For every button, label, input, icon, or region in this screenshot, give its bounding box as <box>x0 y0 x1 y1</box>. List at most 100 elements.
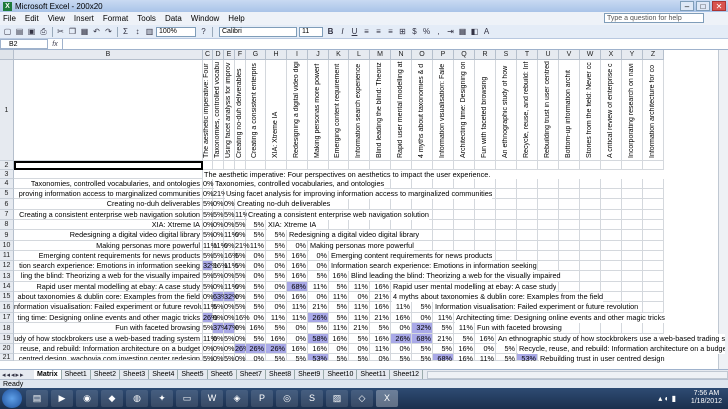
percent-cell[interactable]: 11% <box>287 313 308 323</box>
percent-cell[interactable]: 0% <box>246 261 266 271</box>
font-select[interactable]: Calibri <box>219 26 297 37</box>
percent-cell[interactable]: 63% <box>213 292 228 302</box>
row-label-cell[interactable]: Rapid user mental modelling at ebay: A c… <box>14 282 203 292</box>
cell[interactable] <box>349 220 370 230</box>
percent-cell[interactable]: 5% <box>266 323 287 334</box>
percent-cell[interactable]: 0% <box>213 220 224 230</box>
font-color-icon[interactable]: A <box>481 27 492 37</box>
column-header[interactable]: O <box>412 50 433 60</box>
cell[interactable] <box>475 220 496 230</box>
cell[interactable] <box>412 199 433 210</box>
cell[interactable] <box>517 179 538 189</box>
column-title-cell[interactable]: Information visualisation: Faile <box>433 60 454 161</box>
cell[interactable] <box>412 241 433 251</box>
cell[interactable] <box>412 179 433 189</box>
cell[interactable] <box>266 161 287 170</box>
cell[interactable] <box>454 220 475 230</box>
cell[interactable] <box>559 241 580 251</box>
column-header[interactable]: I <box>287 50 308 60</box>
cell[interactable] <box>496 199 517 210</box>
horizontal-scrollbar[interactable] <box>427 370 728 379</box>
paste-icon[interactable]: ▦ <box>79 27 90 37</box>
percent-cell[interactable]: 16% <box>329 271 349 282</box>
column-title-cell[interactable]: Creating no-duh deliverables <box>235 60 246 161</box>
percent-cell[interactable]: 21% <box>349 323 370 334</box>
cell[interactable] <box>559 161 580 170</box>
cell[interactable] <box>643 241 664 251</box>
cell[interactable] <box>14 170 203 179</box>
misc-icon[interactable]: ◇ <box>351 390 373 407</box>
row-label-cell[interactable]: nformation visualisation: Failed experim… <box>14 302 203 313</box>
percent-cell[interactable]: 21% <box>370 292 391 302</box>
percent-cell[interactable]: 11% <box>203 334 217 344</box>
row-label-cell[interactable]: Fun with faceted browsing <box>14 323 203 334</box>
percent-cell[interactable]: 11% <box>287 302 308 313</box>
tab-matrix[interactable]: Matrix <box>34 369 62 380</box>
percent-cell[interactable]: 0% <box>391 323 412 334</box>
percent-cell[interactable]: 0% <box>235 354 246 363</box>
cell[interactable] <box>454 161 475 170</box>
percent-cell[interactable]: 16% <box>287 261 308 271</box>
percent-cell[interactable]: 5% <box>246 292 266 302</box>
percent-cell[interactable]: 5% <box>235 220 246 230</box>
column-header[interactable]: Z <box>643 50 664 60</box>
percent-cell[interactable]: 0% <box>203 344 214 354</box>
row-header[interactable]: 1 <box>0 60 14 161</box>
cell[interactable] <box>246 161 266 170</box>
cell[interactable] <box>622 271 643 282</box>
cell[interactable] <box>622 210 643 220</box>
column-header[interactable]: R <box>475 50 496 60</box>
copy-icon[interactable]: ❐ <box>67 27 78 37</box>
percent-cell[interactable]: 5% <box>329 313 349 323</box>
percent-cell[interactable]: 5% <box>329 302 349 313</box>
menu-view[interactable]: View <box>48 14 65 23</box>
folder-icon[interactable]: ▭ <box>176 390 198 407</box>
percent-cell[interactable]: 16% <box>454 354 475 363</box>
cell[interactable] <box>559 271 580 282</box>
percent-cell[interactable]: 68% <box>287 282 308 292</box>
diagonal-label-cell[interactable]: XIA: Xtreme IA <box>266 220 317 230</box>
percent-cell[interactable]: 5% <box>287 354 308 363</box>
percent-cell[interactable]: 5% <box>266 230 287 241</box>
diagonal-label-cell[interactable]: Rebuilding trust in user centred design <box>538 354 665 364</box>
fx-icon[interactable]: fx <box>48 41 62 48</box>
cell[interactable] <box>622 189 643 199</box>
row-label-cell[interactable]: XIA: Xtreme IA <box>14 220 203 230</box>
percent-cell[interactable]: 0% <box>224 220 235 230</box>
cut-icon[interactable]: ✂ <box>55 27 66 37</box>
row-header[interactable]: 5 <box>0 189 14 199</box>
cell[interactable] <box>643 292 664 302</box>
column-title-cell[interactable]: 4 myths about taxonomies & d <box>412 60 433 161</box>
percent-cell[interactable]: 32% <box>412 323 433 334</box>
tray-icons[interactable]: ▴ ◐ ▮ <box>658 394 676 403</box>
percent-cell[interactable]: 16% <box>235 313 250 323</box>
percent-cell[interactable]: 5% <box>266 251 287 261</box>
percent-cell[interactable]: 5% <box>235 271 246 282</box>
cell[interactable] <box>580 251 601 261</box>
chrome-icon[interactable]: ◉ <box>76 390 98 407</box>
percent-cell[interactable]: 11% <box>475 354 496 363</box>
cell[interactable] <box>517 161 538 170</box>
percent-cell[interactable]: 0% <box>246 313 266 323</box>
cell[interactable] <box>580 220 601 230</box>
cell[interactable] <box>643 251 664 261</box>
percent-cell[interactable]: 5% <box>349 354 370 363</box>
percent-cell[interactable]: 16% <box>246 323 266 334</box>
cell[interactable] <box>580 241 601 251</box>
percent-cell[interactable]: 0% <box>308 251 329 261</box>
row-header[interactable]: 9 <box>0 230 14 241</box>
percent-cell[interactable]: 0% <box>213 334 224 344</box>
cell[interactable] <box>475 161 496 170</box>
percent-cell[interactable]: 0% <box>391 344 412 354</box>
cell[interactable] <box>454 241 475 251</box>
cell[interactable] <box>601 210 622 220</box>
column-title-cell[interactable]: Using facet analysis for improv <box>224 60 235 161</box>
percent-cell[interactable]: 0% <box>203 292 214 302</box>
percent-cell[interactable]: 0% <box>287 323 308 334</box>
cell[interactable] <box>454 179 475 189</box>
percent-cell[interactable]: 0% <box>235 334 246 344</box>
explorer-icon[interactable]: ▤ <box>26 390 48 407</box>
borders-icon[interactable]: ▦ <box>457 27 468 37</box>
skype-icon[interactable]: S <box>301 390 323 407</box>
row-header[interactable]: 3 <box>0 170 14 179</box>
